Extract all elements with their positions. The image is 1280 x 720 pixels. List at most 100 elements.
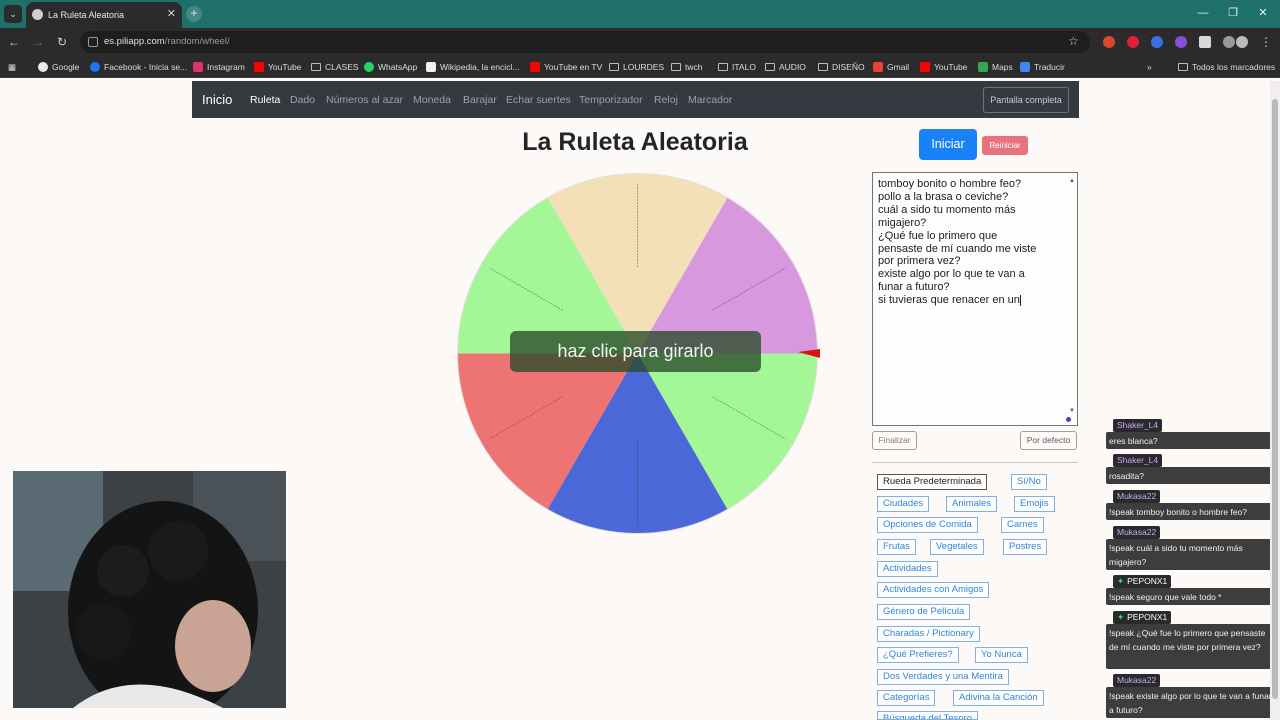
bookmarks-more-button[interactable]: » bbox=[1147, 60, 1152, 74]
bookmark-folder-italo[interactable]: ITALO bbox=[718, 60, 756, 74]
preset-desserts[interactable]: Postres bbox=[1003, 539, 1048, 555]
bookmark-folder-twch[interactable]: twch bbox=[671, 60, 702, 74]
preset-meats[interactable]: Carnes bbox=[1001, 517, 1044, 533]
close-window-button[interactable]: ✕ bbox=[1248, 2, 1278, 24]
option-line: por primera vez? bbox=[878, 255, 961, 268]
option-line: ¿Qué fue lo primero que bbox=[878, 229, 998, 242]
preset-treasure-hunt[interactable]: Búsqueda del Tesoro bbox=[877, 711, 979, 720]
reset-button[interactable]: Reiniciar bbox=[982, 136, 1028, 155]
nav-link-reloj[interactable]: Reloj bbox=[654, 94, 678, 106]
preset-guess-song[interactable]: Adivina la Canción bbox=[953, 690, 1044, 706]
preset-vegetables[interactable]: Vegetales bbox=[930, 539, 984, 555]
option-line: tomboy bonito o hombre feo? bbox=[878, 178, 1022, 190]
tab-search-button[interactable]: ⌄ bbox=[4, 5, 22, 23]
preset-never-have-i[interactable]: Yo Nunca bbox=[975, 647, 1028, 663]
preset-cities[interactable]: Ciudades bbox=[877, 496, 930, 512]
extensions-puzzle-icon[interactable] bbox=[1199, 36, 1211, 48]
menu-dots-icon[interactable]: ⋮ bbox=[1258, 34, 1274, 50]
chat-username: Shaker_L4 bbox=[1113, 454, 1163, 467]
nav-link-moneda[interactable]: Moneda bbox=[413, 94, 451, 106]
webcam-overlay bbox=[13, 471, 286, 708]
bookmark-youtube-tv[interactable]: YouTube en TV bbox=[530, 60, 602, 74]
extension-icon[interactable] bbox=[1103, 36, 1115, 48]
nav-link-ruleta[interactable]: Ruleta bbox=[250, 94, 280, 106]
preset-yes-no[interactable]: Sí/No bbox=[1011, 474, 1047, 490]
forward-icon[interactable]: → bbox=[30, 34, 46, 50]
close-icon[interactable]: ✕ bbox=[167, 7, 176, 20]
browser-toolbar: ← → ↻ es.piliapp.com/random/wheel/ ☆ ⋮ bbox=[0, 28, 1280, 56]
preset-animals[interactable]: Animales bbox=[946, 496, 998, 512]
bookmarks-bar: ▦ Google Facebook - Inicia se... Instagr… bbox=[0, 56, 1280, 78]
sidepanel-icon[interactable] bbox=[1223, 36, 1235, 48]
preset-food[interactable]: Opciones de Comida bbox=[877, 517, 978, 533]
fullscreen-button[interactable]: Pantalla completa bbox=[983, 87, 1069, 113]
default-button[interactable]: Por defecto bbox=[1020, 431, 1077, 450]
extension-icon[interactable] bbox=[1151, 36, 1163, 48]
bookmark-youtube[interactable]: YouTube bbox=[254, 60, 301, 74]
nav-link-barajar[interactable]: Barajar bbox=[463, 94, 497, 106]
preset-emojis[interactable]: Emojis bbox=[1014, 496, 1055, 512]
wheel-options-textarea[interactable]: tomboy bonito o hombre feo? pollo a la b… bbox=[872, 172, 1078, 426]
scrollbar-thumb[interactable] bbox=[1272, 99, 1278, 699]
preset-fruits[interactable]: Frutas bbox=[877, 539, 916, 555]
option-line: funar a futuro? bbox=[878, 281, 950, 294]
bookmark-instagram[interactable]: Instagram bbox=[193, 60, 245, 74]
chat-message: !speak existe algo por lo que te van a f… bbox=[1106, 687, 1280, 718]
bookmark-youtube-2[interactable]: YouTube bbox=[920, 60, 967, 74]
webcam-person-image bbox=[13, 471, 286, 708]
preset-charades[interactable]: Charadas / Pictionary bbox=[877, 626, 980, 642]
preset-two-truths[interactable]: Dos Verdades y una Mentira bbox=[877, 669, 1009, 685]
preset-movie-genre[interactable]: Género de Película bbox=[877, 604, 971, 620]
bookmark-maps[interactable]: Maps bbox=[978, 60, 1013, 74]
chat-username: ✦ PEPONX1 bbox=[1113, 575, 1172, 588]
preset-activities-friends[interactable]: Actividades con Amigos bbox=[877, 582, 990, 598]
spin-hint[interactable]: haz clic para girarlo bbox=[510, 331, 761, 372]
preset-activities[interactable]: Actividades bbox=[877, 561, 938, 577]
maximize-button[interactable]: ❐ bbox=[1218, 2, 1248, 24]
apps-grid-icon[interactable]: ▦ bbox=[8, 60, 16, 74]
nav-link-numeros[interactable]: Números al azar bbox=[326, 94, 403, 106]
tab-active[interactable]: La Ruleta Aleatoria ✕ bbox=[26, 2, 182, 28]
bookmark-gmail[interactable]: Gmail bbox=[873, 60, 909, 74]
minimize-button[interactable]: — bbox=[1188, 2, 1218, 24]
scroll-up-icon[interactable]: ▲ bbox=[1069, 175, 1075, 188]
reload-icon[interactable]: ↻ bbox=[54, 34, 70, 50]
nav-brand-inicio[interactable]: Inicio bbox=[202, 92, 232, 107]
chat-username: ✦ PEPONX1 bbox=[1113, 611, 1172, 624]
bookmark-facebook[interactable]: Facebook - Inicia se... bbox=[90, 60, 187, 74]
nav-link-marcador[interactable]: Marcador bbox=[688, 94, 732, 106]
vip-badge-icon: ✦ bbox=[1117, 576, 1125, 586]
chat-message: !speak seguro que vale todo * bbox=[1106, 588, 1280, 605]
back-icon[interactable]: ← bbox=[6, 34, 22, 50]
bookmark-folder-diseno[interactable]: DISEÑO bbox=[818, 60, 865, 74]
nav-link-temporizador[interactable]: Temporizador bbox=[579, 94, 643, 106]
resize-handle-icon[interactable] bbox=[1066, 417, 1071, 422]
nav-link-dado[interactable]: Dado bbox=[290, 94, 315, 106]
bookmark-star-icon[interactable]: ☆ bbox=[1068, 34, 1079, 48]
text-caret bbox=[1019, 294, 1021, 306]
bookmark-whatsapp[interactable]: WhatsApp bbox=[364, 60, 417, 74]
bookmark-folder-lourdes[interactable]: LOURDES bbox=[609, 60, 664, 74]
nav-link-echar-suertes[interactable]: Echar suertes bbox=[506, 94, 571, 106]
site-info-icon[interactable] bbox=[88, 37, 98, 47]
bookmark-traducir[interactable]: Traducir bbox=[1020, 60, 1065, 74]
preset-default-wheel[interactable]: Rueda Predeterminada bbox=[877, 474, 988, 490]
all-bookmarks-folder[interactable]: Todos los marcadores bbox=[1178, 60, 1275, 74]
scroll-down-icon[interactable]: ▼ bbox=[1069, 405, 1075, 418]
new-tab-button[interactable]: + bbox=[186, 6, 202, 22]
preset-would-you-rather[interactable]: ¿Qué Prefieres? bbox=[877, 647, 959, 663]
page-scrollbar[interactable] bbox=[1270, 81, 1280, 720]
bookmark-folder-clases[interactable]: CLASES bbox=[311, 60, 359, 74]
start-button[interactable]: Iniciar bbox=[919, 129, 977, 160]
tab-title: La Ruleta Aleatoria bbox=[48, 10, 125, 20]
bookmark-google[interactable]: Google bbox=[38, 60, 79, 74]
address-bar[interactable]: es.piliapp.com/random/wheel/ bbox=[80, 31, 1090, 53]
profile-avatar-icon[interactable] bbox=[1236, 36, 1248, 48]
chat-username: Mukasa22 bbox=[1113, 526, 1161, 539]
finish-button[interactable]: Finalizar bbox=[872, 431, 917, 450]
bookmark-wikipedia[interactable]: Wikipedia, la encicl... bbox=[426, 60, 519, 74]
extension-icon[interactable] bbox=[1127, 36, 1139, 48]
preset-categories[interactable]: Categorías bbox=[877, 690, 936, 706]
bookmark-folder-audio[interactable]: AUDIO bbox=[765, 60, 806, 74]
extension-icon[interactable] bbox=[1175, 36, 1187, 48]
